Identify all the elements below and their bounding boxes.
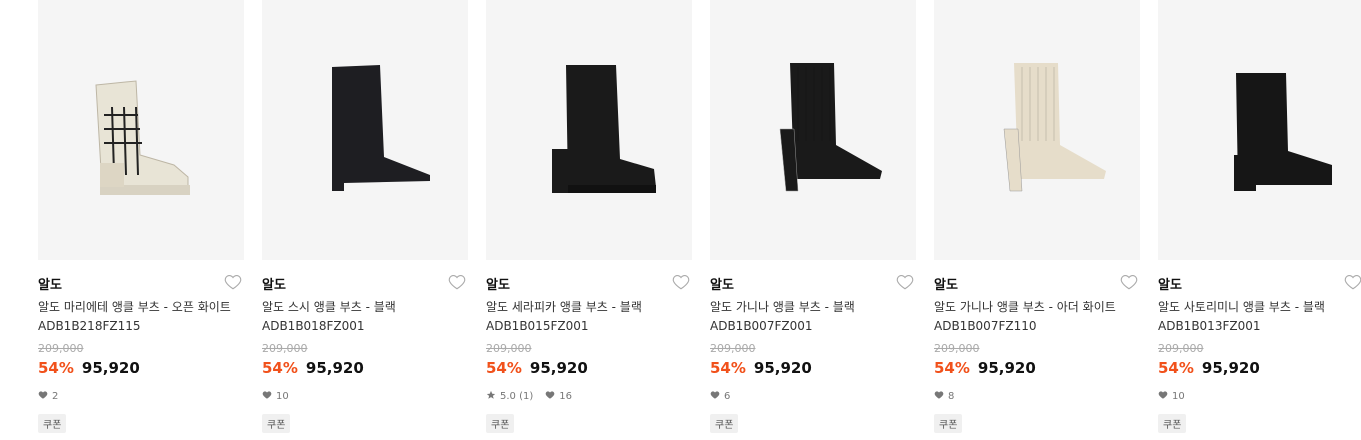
heart-outline-icon[interactable] [1344,273,1361,291]
product-title[interactable]: 알도 가니나 앵클 부츠 - 아더 화이트 ADB1B007FZ110 [934,298,1140,336]
heart-outline-icon[interactable] [448,273,466,291]
product-card[interactable]: 알도 알도 가니나 앵클 부츠 - 아더 화이트 ADB1B007FZ110 2… [934,0,1140,440]
brand-name[interactable]: 알도 [38,274,62,293]
coupon-badge: 쿠폰 [38,414,67,433]
heart-outline-icon[interactable] [896,273,914,291]
product-image[interactable] [710,0,916,260]
sale-price: 95,920 [977,359,1036,377]
original-price: 209,000 [1158,342,1204,355]
price-row: 54% 95,920 [934,359,1036,377]
product-title[interactable]: 알도 가니나 앵클 부츠 - 블랙 ADB1B007FZ001 [710,298,916,336]
rating: 5.0 (1) [500,391,534,402]
price-row: 54% 95,920 [262,359,364,377]
price-row: 54% 95,920 [38,359,140,377]
coupon-badge: 쿠폰 [262,414,291,433]
like-count: 8 [948,391,955,402]
coupon-badge: 쿠폰 [1158,414,1187,433]
heart-outline-icon[interactable] [1120,273,1138,291]
product-card[interactable]: 알도 알도 세라피카 앵클 부츠 - 블랙 ADB1B015FZ001 209,… [486,0,692,440]
sale-price: 95,920 [81,359,140,377]
discount-rate: 54% [934,359,970,377]
sale-price: 95,920 [1201,359,1260,377]
product-title[interactable]: 알도 사토리미니 앵클 부츠 - 블랙 ADB1B013FZ001 [1158,298,1361,336]
product-meta: 5.0 (1) 16 [486,390,572,403]
heart-filled-icon [262,390,272,403]
heart-filled-icon [934,390,944,403]
product-title[interactable]: 알도 세라피카 앵클 부츠 - 블랙 ADB1B015FZ001 [486,298,692,336]
product-image[interactable] [934,0,1140,260]
product-title[interactable]: 알도 마리에테 앵클 부츠 - 오픈 화이트 ADB1B218FZ115 [38,298,244,336]
price-row: 54% 95,920 [1158,359,1260,377]
original-price: 209,000 [710,342,756,355]
heart-filled-icon [710,390,720,403]
sale-price: 95,920 [753,359,812,377]
original-price: 209,000 [934,342,980,355]
heart-outline-icon[interactable] [672,273,690,291]
coupon-badge: 쿠폰 [934,414,963,433]
discount-rate: 54% [486,359,522,377]
discount-rate: 54% [262,359,298,377]
coupon-badge: 쿠폰 [486,414,515,433]
like-count: 6 [724,391,731,402]
like-count: 2 [52,391,59,402]
discount-rate: 54% [1158,359,1194,377]
brand-name[interactable]: 알도 [934,274,958,293]
heart-filled-icon [545,390,555,403]
price-row: 54% 95,920 [710,359,812,377]
heart-filled-icon [38,390,48,403]
product-meta: 6 [710,390,730,403]
original-price: 209,000 [262,342,308,355]
product-grid: 알도 알도 마리에테 앵클 부츠 - 오픈 화이트 ADB1B218FZ115 … [0,0,1361,440]
discount-rate: 54% [38,359,74,377]
product-meta: 10 [1158,390,1185,403]
like-count: 10 [276,391,289,402]
like-count: 16 [559,391,572,402]
brand-name[interactable]: 알도 [710,274,734,293]
product-meta: 8 [934,390,954,403]
original-price: 209,000 [38,342,84,355]
product-image[interactable] [262,0,468,260]
product-card[interactable]: 알도 알도 마리에테 앵클 부츠 - 오픈 화이트 ADB1B218FZ115 … [38,0,244,440]
product-card[interactable]: 알도 알도 사토리미니 앵클 부츠 - 블랙 ADB1B013FZ001 209… [1158,0,1361,440]
like-count: 10 [1172,391,1185,402]
brand-name[interactable]: 알도 [486,274,510,293]
product-title[interactable]: 알도 스시 앵클 부츠 - 블랙 ADB1B018FZ001 [262,298,468,336]
product-image[interactable] [486,0,692,260]
coupon-badge: 쿠폰 [710,414,739,433]
brand-name[interactable]: 알도 [262,274,286,293]
discount-rate: 54% [710,359,746,377]
product-image[interactable] [1158,0,1361,260]
product-meta: 2 [38,390,58,403]
sale-price: 95,920 [305,359,364,377]
product-card[interactable]: 알도 알도 스시 앵클 부츠 - 블랙 ADB1B018FZ001 209,00… [262,0,468,440]
price-row: 54% 95,920 [486,359,588,377]
product-meta: 10 [262,390,289,403]
original-price: 209,000 [486,342,532,355]
heart-outline-icon[interactable] [224,273,242,291]
sale-price: 95,920 [529,359,588,377]
brand-name[interactable]: 알도 [1158,274,1182,293]
star-icon [486,390,496,403]
heart-filled-icon [1158,390,1168,403]
product-card[interactable]: 알도 알도 가니나 앵클 부츠 - 블랙 ADB1B007FZ001 209,0… [710,0,916,440]
product-image[interactable] [38,0,244,260]
